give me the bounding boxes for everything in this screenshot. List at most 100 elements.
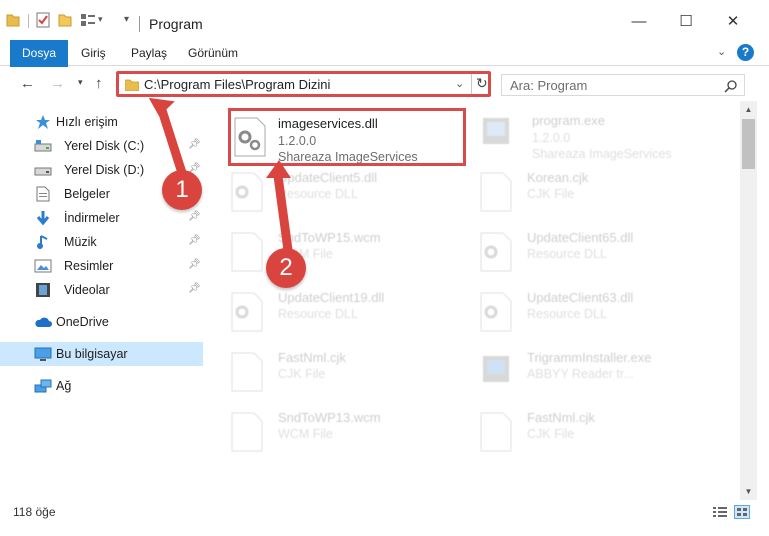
file-item[interactable]: UpdateClient19.dll Resource DLL	[228, 288, 468, 346]
address-bar[interactable]: C:\Program Files\Program Dizini ⌄ ↻	[116, 71, 491, 97]
cloud-icon	[34, 314, 52, 330]
customize-qa-icon[interactable]: ▾	[124, 14, 129, 25]
scroll-down-icon[interactable]: ▼	[740, 483, 757, 500]
videos-icon	[34, 282, 52, 298]
sidebar-item-quick-access[interactable]: Hızlı erişim	[0, 110, 203, 134]
ribbon-tabs: Dosya Giriş Paylaş Görünüm	[0, 40, 769, 98]
annotation-badge-2: 2	[266, 248, 306, 288]
search-icon[interactable]	[724, 79, 738, 93]
file-type: ABBYY Reader tr...	[527, 367, 634, 381]
file-item[interactable]: FastNml.cjk CJK File	[477, 408, 717, 466]
computer-icon	[34, 346, 52, 362]
minimize-button[interactable]: —	[628, 10, 650, 32]
maximize-button[interactable]: ☐	[675, 10, 697, 32]
file-item-imageservices-dll[interactable]: imageservices.dll 1.2.0.0 Shareaza Image…	[228, 108, 466, 166]
file-version: 1.2.0.0	[278, 134, 317, 148]
file-name: program.exe	[532, 113, 605, 128]
file-item[interactable]: UpdateClient63.dll Resource DLL	[477, 288, 717, 346]
file-name: FastNml.cjk	[278, 350, 346, 365]
dll-file-icon	[231, 292, 263, 332]
sidebar-item-label: Yerel Disk (D:)	[64, 163, 145, 177]
pin-icon: 📌︎	[188, 211, 201, 222]
sidebar-item-videos[interactable]: Videolar 📌︎	[0, 278, 203, 302]
up-button[interactable]: ↑	[95, 75, 103, 92]
sidebar-item-label: Ağ	[56, 379, 72, 393]
address-separator	[471, 74, 472, 94]
file-type: Resource DLL	[278, 307, 358, 321]
star-icon	[34, 114, 52, 130]
tab-view[interactable]: Görünüm	[188, 40, 238, 66]
file-description: Shareaza ImageServices	[278, 150, 418, 164]
search-placeholder[interactable]: Ara: Program	[510, 78, 587, 93]
folder-icon[interactable]	[6, 12, 20, 28]
file-type: CJK File	[278, 367, 326, 381]
pin-icon: 📌︎	[188, 283, 201, 294]
file-type: CJK File	[527, 187, 575, 201]
sidebar-item-label: Videolar	[64, 283, 110, 297]
forward-button[interactable]: →	[50, 75, 65, 92]
file-name: TrigrammInstaller.exe	[527, 350, 652, 365]
vertical-scrollbar[interactable]: ▲ ▼	[740, 101, 757, 500]
address-dropdown-icon[interactable]: ⌄	[455, 77, 464, 90]
sidebar-item-label: Belgeler	[64, 187, 110, 201]
tab-home[interactable]: Giriş	[81, 40, 106, 66]
refresh-icon[interactable]: ↻	[476, 75, 488, 92]
sidebar-item-pictures[interactable]: Resimler 📌︎	[0, 254, 203, 278]
tab-share[interactable]: Paylaş	[131, 40, 167, 66]
sidebar-item-onedrive[interactable]: OneDrive	[0, 310, 203, 334]
scroll-thumb[interactable]	[742, 119, 755, 169]
downloads-icon	[34, 210, 52, 226]
file-type: Resource DLL	[527, 247, 607, 261]
exe-file-icon	[483, 356, 509, 382]
navigation-bar: ← → ▾ ↑ C:\Program Files\Program Dizini …	[0, 67, 769, 101]
file-type: WCM File	[278, 427, 333, 441]
details-view-icon[interactable]	[712, 505, 728, 519]
file-list: imageservices.dll 1.2.0.0 Shareaza Image…	[207, 104, 740, 500]
sidebar-item-label: Hızlı erişim	[56, 115, 118, 129]
properties-icon[interactable]	[36, 12, 50, 28]
recent-locations-icon[interactable]: ▾	[78, 77, 83, 88]
view-icon[interactable]	[80, 12, 96, 28]
file-name: UpdateClient19.dll	[278, 290, 385, 305]
dll-file-icon	[480, 232, 512, 272]
dll-file-icon	[234, 117, 266, 157]
file-item[interactable]: TrigrammInstaller.exe ABBYY Reader tr...	[477, 348, 717, 406]
file-item[interactable]: program.exe 1.2.0.0 Shareaza ImageServic…	[477, 108, 717, 166]
close-button[interactable]: ✕	[722, 10, 744, 32]
file-name: imageservices.dll	[278, 116, 378, 131]
item-count: 118 öğe	[13, 505, 56, 519]
file-item[interactable]: SndToWP13.wcm WCM File	[228, 408, 468, 466]
pin-icon: 📌︎	[188, 139, 201, 150]
drive-icon	[34, 138, 52, 154]
music-icon	[34, 234, 52, 250]
help-icon[interactable]: ?	[737, 44, 754, 61]
sidebar-item-music[interactable]: Müzik 📌︎	[0, 230, 203, 254]
qa-separator	[28, 14, 29, 28]
scroll-up-icon[interactable]: ▲	[740, 101, 757, 118]
file-name: SndToWP15.wcm	[278, 230, 381, 245]
sidebar-item-label: Resimler	[64, 259, 114, 273]
view-dropdown-icon[interactable]: ▾	[98, 14, 103, 25]
file-name: UpdateClient65.dll	[527, 230, 634, 245]
file-name: UpdateClient63.dll	[527, 290, 634, 305]
sidebar-item-this-pc[interactable]: Bu bilgisayar	[0, 342, 203, 366]
file-item[interactable]: FastNml.cjk CJK File	[228, 348, 468, 406]
sidebar-item-downloads[interactable]: İndirmeler 📌︎	[0, 206, 203, 230]
address-path[interactable]: C:\Program Files\Program Dizini	[144, 77, 330, 92]
new-folder-icon[interactable]	[58, 12, 72, 28]
back-button[interactable]: ←	[20, 75, 35, 92]
file-item[interactable]: UpdateClient65.dll Resource DLL	[477, 228, 717, 286]
sidebar-item-network[interactable]: Ağ	[0, 374, 203, 398]
file-item[interactable]: UpdateClient5.dll Resource DLL	[228, 168, 468, 226]
sidebar-item-local-disk-c[interactable]: Yerel Disk (C:) 📌︎	[0, 134, 203, 158]
generic-file-icon	[480, 412, 512, 452]
file-item[interactable]: Korean.cjk CJK File	[477, 168, 717, 226]
sidebar-item-label: Müzik	[64, 235, 97, 249]
file-name: UpdateClient5.dll	[278, 170, 378, 185]
file-item[interactable]: SndToWP15.wcm WCM File	[228, 228, 468, 286]
large-icons-view-icon[interactable]	[734, 505, 750, 519]
search-box[interactable]: Ara: Program	[501, 74, 745, 96]
expand-ribbon-icon[interactable]: ⌄	[717, 45, 726, 58]
pin-icon: 📌︎	[188, 235, 201, 246]
pictures-icon	[34, 258, 52, 274]
